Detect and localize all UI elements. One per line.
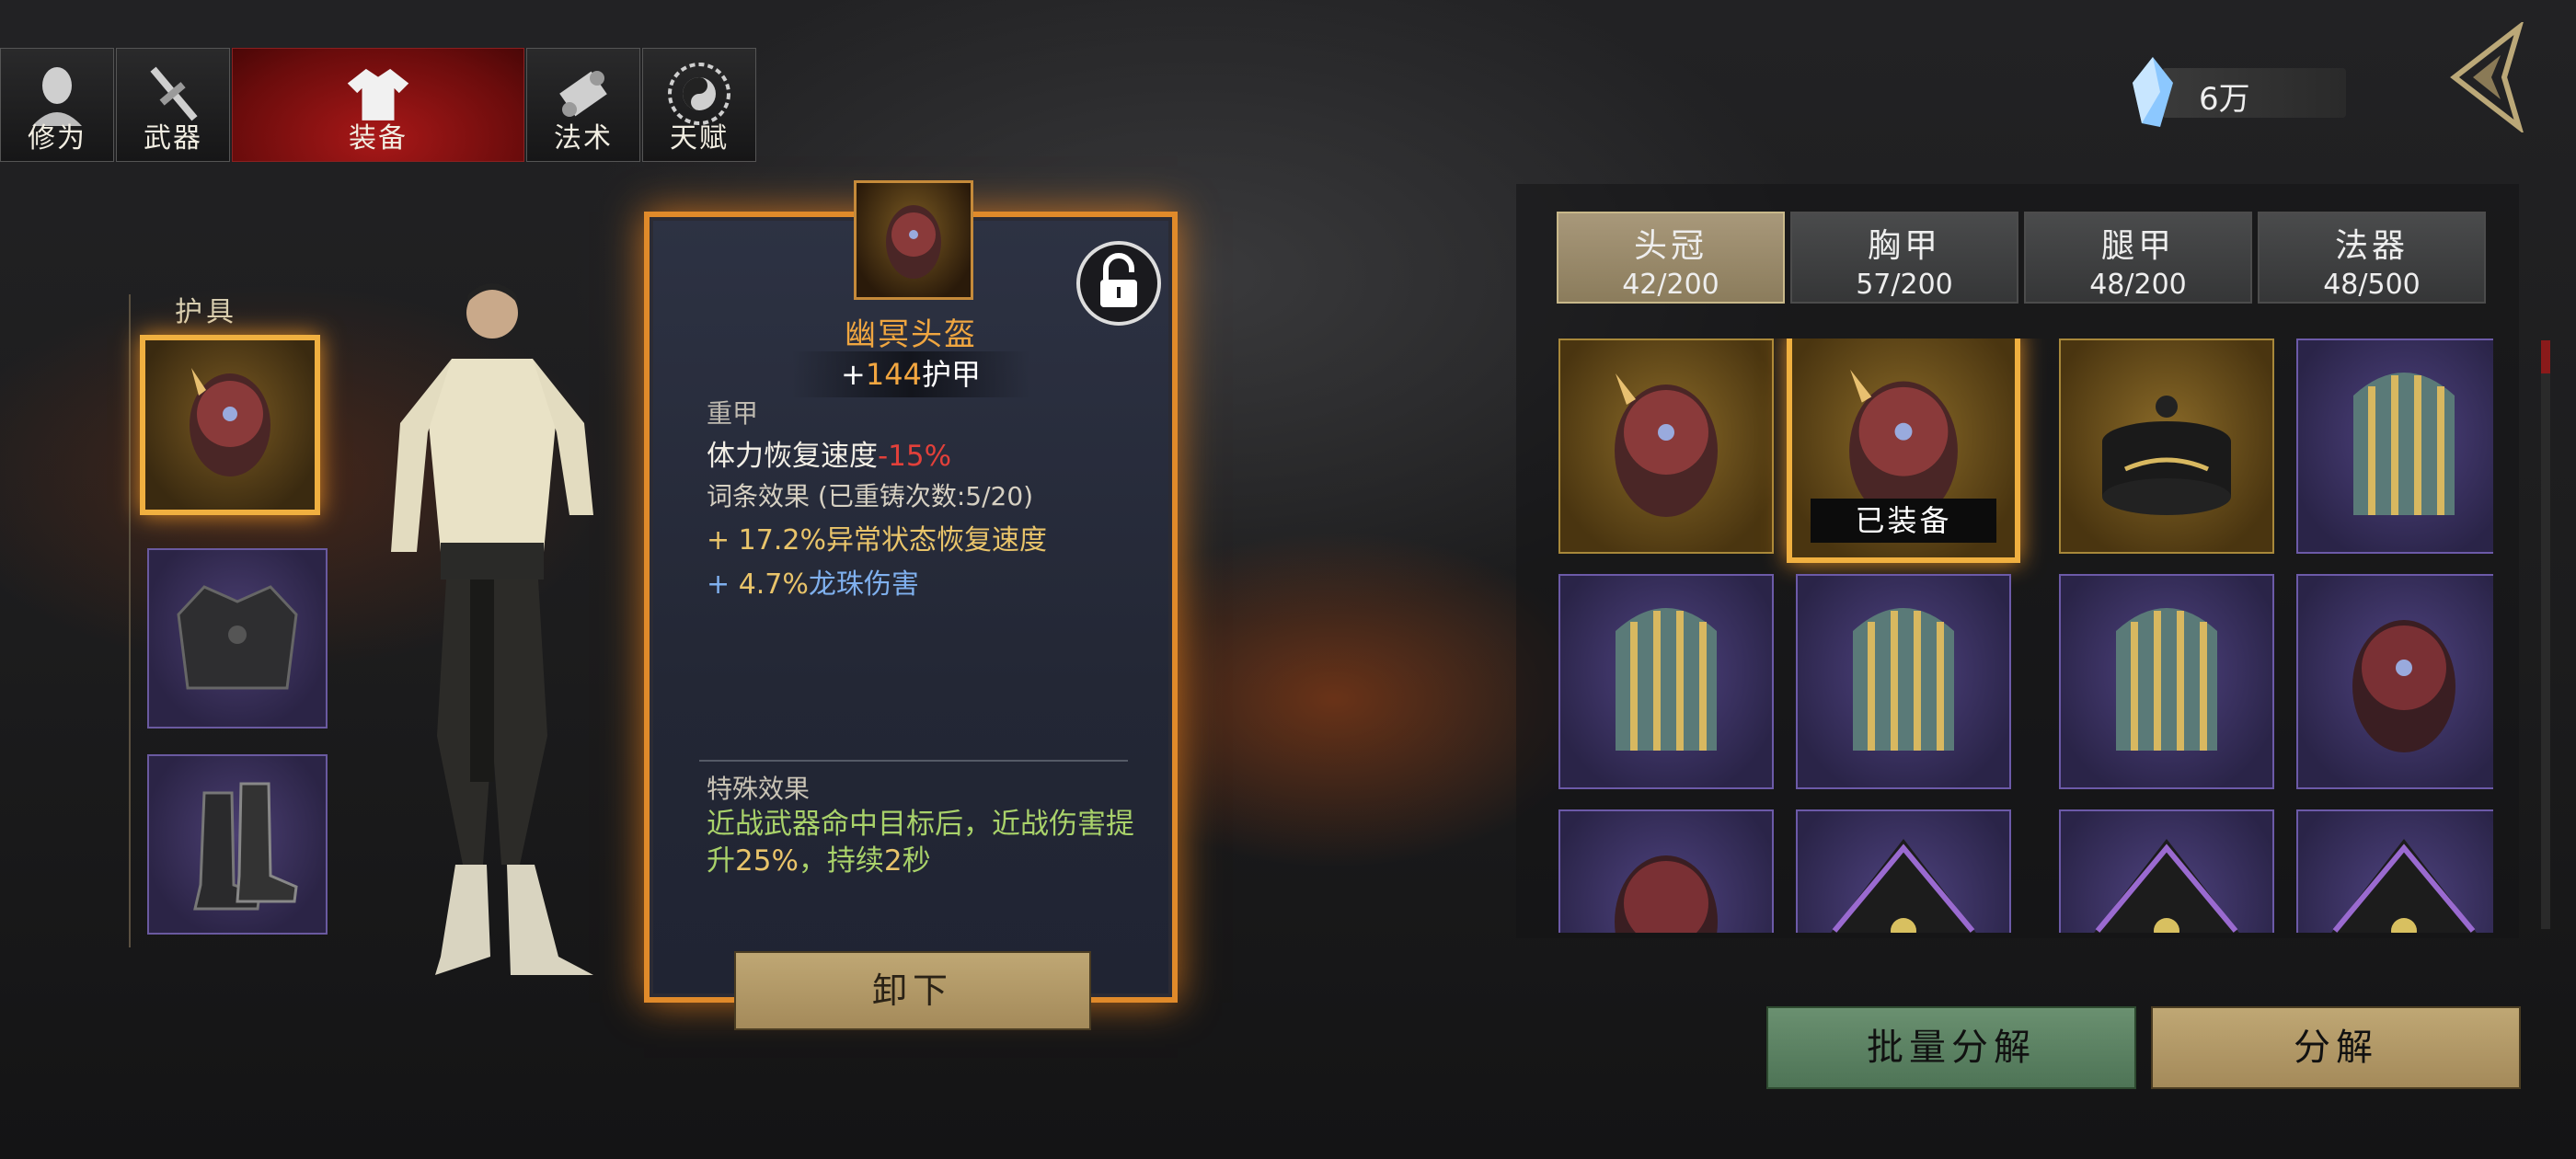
category-count: 48/200 [2089,269,2187,301]
batch-dismantle-button[interactable]: 批量分解 [1766,1006,2136,1089]
unequip-button[interactable]: 卸下 [734,951,1091,1030]
category-name: 胸甲 [1867,227,1941,265]
inventory-scrollbar[interactable] [2541,340,2550,929]
category-count: 57/200 [1856,269,1953,301]
chest-armor-icon [177,585,298,690]
category-tab-helmet[interactable]: 头冠 42/200 [1557,212,1785,304]
demon-helmet-icon [1615,855,1718,933]
armor-label: 护甲 [921,357,981,392]
category-name: 头冠 [1633,227,1708,265]
tab-equipment[interactable]: 装备 [232,48,524,162]
item-detail-icon [854,180,973,300]
black-hat-icon [2102,396,2231,515]
affix-line-2: + 4.7%龙珠伤害 [707,561,919,602]
demon-helmet-icon [886,205,941,279]
currency-display: 6万 [2125,55,2355,129]
affix-title: 词条效果 (已重铸次数:5/20) [707,481,1034,511]
special-effect-text: 近战武器命中目标后，近战伤害提升25%，持续2秒 [707,806,1139,879]
inventory-item[interactable] [1558,339,1774,554]
affix2-value: 4.7% [738,568,809,601]
item-stat-stamina: 体力恢复速度-15% [707,432,951,474]
special-effect-title: 特殊效果 [707,774,811,804]
special-text-b: ，持续 [798,844,884,878]
stat-value: -15% [878,440,952,473]
inventory-item[interactable] [2296,809,2493,933]
demon-helmet-icon [190,368,270,476]
item-armor-value: +144护甲 [791,351,1030,397]
category-tab-chest[interactable]: 胸甲 57/200 [1790,212,2018,304]
tab-cultivation[interactable]: 修为 [0,48,114,162]
back-arrow-icon [2450,19,2524,135]
stat-label: 体力恢复速度 [707,440,878,473]
equipped-tag: 已装备 [1811,499,1996,543]
inventory-item[interactable] [2059,809,2274,933]
inventory-item[interactable] [1796,574,2011,789]
cloth-hood-icon [2094,839,2239,933]
character-model [391,283,593,975]
armor-slot-head[interactable] [140,335,320,515]
back-button[interactable] [2436,19,2537,135]
divider [699,760,1128,762]
inventory-grid: 已装备 [1555,339,2493,933]
striped-helmet-icon [1853,608,1954,751]
inventory-item[interactable] [1558,574,1774,789]
demon-helmet-icon [2352,620,2455,752]
striped-helmet-icon [2116,608,2217,751]
dismantle-button[interactable]: 分解 [2151,1006,2521,1089]
category-count: 42/200 [1622,269,1719,301]
striped-helmet-icon [1616,608,1717,751]
category-name: 腿甲 [2100,227,2175,265]
armor-slot-legs[interactable] [147,754,328,935]
armor-prefix: + [841,357,866,392]
top-tab-bar: 修为 武器 装备 法术 天赋 [0,48,758,164]
armor-slot-chest[interactable] [147,548,328,729]
category-tab-legs[interactable]: 腿甲 48/200 [2024,212,2252,304]
currency-pill [2162,68,2346,118]
special-seconds: 2 [883,844,903,878]
scrollbar-thumb[interactable] [2541,340,2550,373]
inventory-item[interactable] [2296,574,2493,789]
affix2-label: 龙珠伤害 [808,568,919,601]
tab-label: 武器 [144,122,202,155]
armor-number: 144 [865,357,922,392]
tab-talent[interactable]: 天赋 [642,48,756,162]
special-percent: 25% [735,844,799,878]
striped-helmet-icon [2353,373,2455,515]
category-name: 法器 [2334,227,2409,265]
tab-weapon[interactable]: 武器 [116,48,230,162]
crystal-icon [2133,57,2173,127]
category-count: 48/500 [2323,269,2421,301]
cloth-hood-icon [2331,839,2477,933]
inventory-item[interactable] [2059,339,2274,554]
tab-label: 天赋 [670,122,729,155]
affix-line-1: + 17.2%异常状态恢复速度 [707,524,1047,557]
tab-spells[interactable]: 法术 [526,48,640,162]
tab-label: 修为 [28,122,86,155]
inventory-item-equipped[interactable]: 已装备 [1787,339,2020,563]
inventory-item[interactable] [1558,809,1774,933]
currency-value: 6万 [2199,81,2250,118]
inventory-item[interactable] [2059,574,2274,789]
special-text-c: 秒 [902,844,931,878]
inventory-item[interactable] [1796,809,2011,933]
item-type: 重甲 [707,398,759,429]
tab-label: 装备 [349,122,408,155]
inventory-item[interactable] [2296,339,2493,554]
item-name: 幽冥头盔 [845,316,977,353]
boots-icon [193,782,298,911]
cloth-hood-icon [1831,839,1976,933]
affix2-prefix: + [707,568,739,601]
tab-label: 法术 [554,122,613,155]
category-tab-artifact[interactable]: 法器 48/500 [2258,212,2486,304]
armor-slots-title: 护具 [175,296,237,328]
demon-helmet-icon [1615,373,1718,517]
